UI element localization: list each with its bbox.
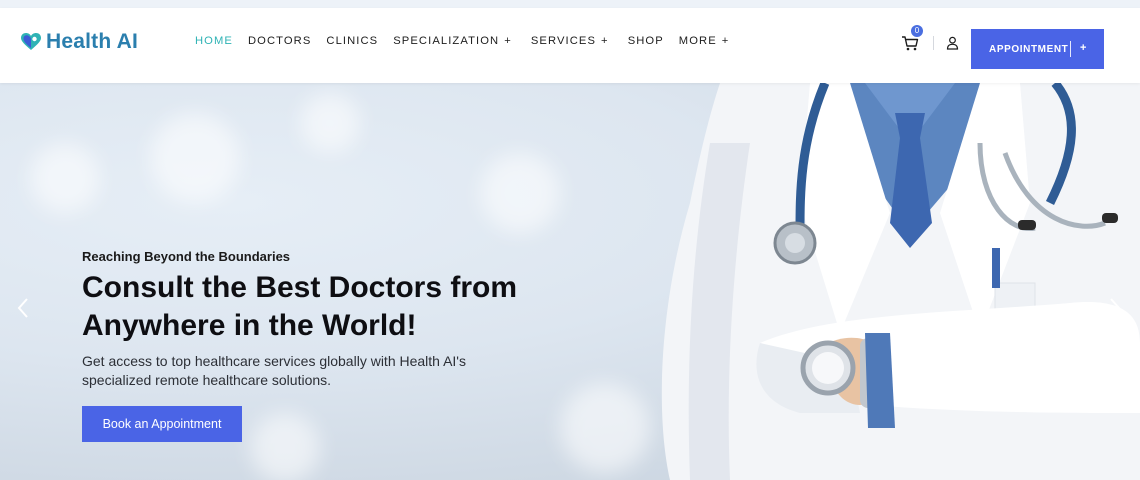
background-bokeh xyxy=(250,413,320,480)
appointment-button-separator xyxy=(1070,41,1071,57)
appointment-button-label: APPOINTMENT xyxy=(989,43,1069,55)
brand-logo[interactable]: Health AI xyxy=(21,30,138,54)
main-menu: HOME DOCTORS CLINICS SPECIALIZATION + SER… xyxy=(195,33,744,49)
chevron-left-icon[interactable] xyxy=(16,297,30,319)
hero-description: Get access to top healthcare services gl… xyxy=(82,352,482,390)
nav-clinics[interactable]: CLINICS xyxy=(326,35,378,47)
appointment-button[interactable]: APPOINTMENT + xyxy=(971,29,1104,69)
site-header: Health AI HOME DOCTORS CLINICS SPECIALIZ… xyxy=(0,8,1140,83)
nav-home[interactable]: HOME xyxy=(195,35,233,47)
background-bokeh xyxy=(480,153,560,233)
nav-more[interactable]: MORE + xyxy=(679,35,730,47)
nav-shop-label: SHOP xyxy=(627,35,664,47)
plus-icon: + xyxy=(1080,42,1088,54)
doctor-with-stethoscope-photo xyxy=(661,83,1140,480)
background-bokeh xyxy=(300,93,360,153)
hero-description-line-2: specialized remote healthcare solutions. xyxy=(82,372,332,388)
heart-logo-icon xyxy=(21,33,41,50)
user-icon[interactable] xyxy=(946,36,959,50)
background-bokeh xyxy=(560,383,650,473)
plus-icon: + xyxy=(601,35,609,47)
book-appointment-button-label: Book an Appointment xyxy=(102,417,222,431)
nav-more-label: MORE xyxy=(678,35,717,47)
hero-headline-line-2: Anywhere in the World! xyxy=(82,309,417,342)
hero-slider: Reaching Beyond the Boundaries Consult t… xyxy=(0,83,1140,480)
nav-home-label: HOME xyxy=(195,35,233,47)
nav-shop[interactable]: SHOP xyxy=(628,35,664,47)
hero-eyebrow: Reaching Beyond the Boundaries xyxy=(82,249,291,264)
brand-name: Health AI xyxy=(46,30,139,53)
hero-headline-line-1: Consult the Best Doctors from xyxy=(82,271,518,304)
nav-doctors[interactable]: DOCTORS xyxy=(248,35,311,47)
cart-count-badge: 0 xyxy=(911,25,923,37)
hero-description-line-1: Get access to top healthcare services gl… xyxy=(82,353,466,369)
nav-services-label: SERVICES xyxy=(530,35,597,47)
nav-clinics-label: CLINICS xyxy=(326,35,379,47)
chevron-right-icon[interactable] xyxy=(1108,297,1122,319)
nav-specialization-label: SPECIALIZATION xyxy=(393,35,500,47)
top-strip xyxy=(0,0,1140,8)
background-bokeh xyxy=(150,113,240,203)
plus-icon: + xyxy=(721,35,730,47)
header-divider xyxy=(933,36,934,50)
hero-headline: Consult the Best Doctors from Anywhere i… xyxy=(82,269,552,345)
book-appointment-button[interactable]: Book an Appointment xyxy=(82,406,242,442)
nav-doctors-label: DOCTORS xyxy=(247,35,312,47)
nav-specialization[interactable]: SPECIALIZATION + xyxy=(393,35,512,47)
nav-services[interactable]: SERVICES + xyxy=(531,35,609,47)
background-bokeh xyxy=(30,143,100,213)
plus-icon: + xyxy=(504,35,512,47)
